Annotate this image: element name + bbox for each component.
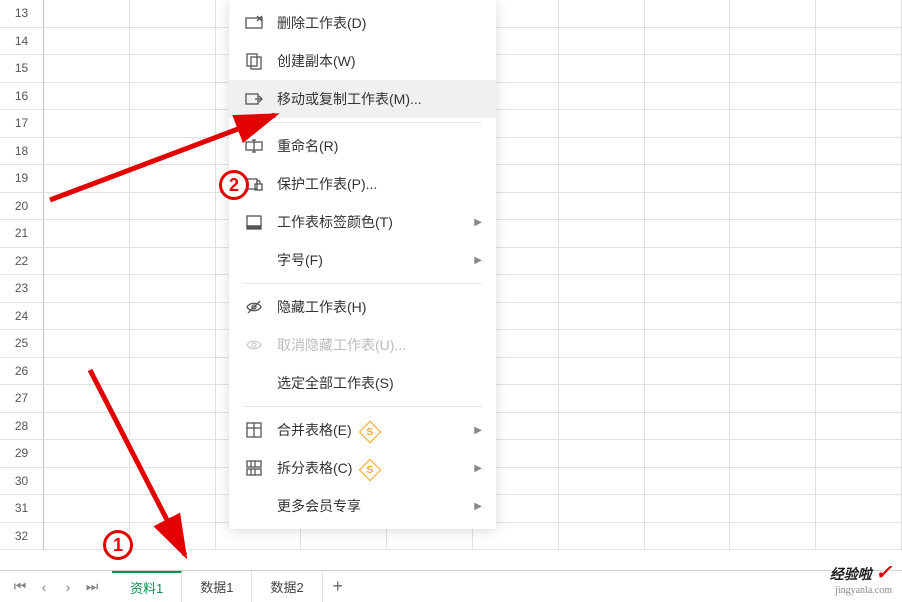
menu-label: 更多会员专享 <box>277 496 474 516</box>
menu-more-vip[interactable]: 更多会员专享 ▶ <box>229 487 496 525</box>
watermark: 经验啦 ✓ jingyanla.com <box>830 560 892 596</box>
menu-label: 合并表格(E) S <box>277 420 474 441</box>
menu-separator <box>243 283 482 284</box>
row-header[interactable]: 15 <box>0 55 44 83</box>
row-header[interactable]: 18 <box>0 138 44 166</box>
menu-move-copy-sheet[interactable]: 移动或复制工作表(M)... <box>229 80 496 118</box>
sheet-tab[interactable]: 数据2 <box>252 571 322 602</box>
nav-prev-icon[interactable]: ‹ <box>32 575 56 599</box>
menu-label: 移动或复制工作表(M)... <box>277 89 482 109</box>
row-header[interactable]: 21 <box>0 220 44 248</box>
annotation-marker-2: 2 <box>219 170 249 200</box>
tab-color-icon <box>243 211 265 233</box>
menu-rename[interactable]: 重命名(R) <box>229 127 496 165</box>
chevron-right-icon: ▶ <box>474 255 482 266</box>
spacer-icon <box>243 372 265 394</box>
spacer-icon <box>243 249 265 271</box>
merge-icon <box>243 419 265 441</box>
row-headers: 13 14 15 16 17 18 19 20 21 22 23 24 25 2… <box>0 0 44 570</box>
menu-split-tables[interactable]: 拆分表格(C) S ▶ <box>229 449 496 487</box>
sheet-tab[interactable]: 数据1 <box>182 571 252 602</box>
row-header[interactable]: 27 <box>0 385 44 413</box>
split-icon <box>243 457 265 479</box>
row-header[interactable]: 23 <box>0 275 44 303</box>
row-header[interactable]: 14 <box>0 28 44 56</box>
chevron-right-icon: ▶ <box>474 217 482 228</box>
row-header[interactable]: 17 <box>0 110 44 138</box>
vip-badge-icon: S <box>358 421 381 444</box>
row-header[interactable]: 31 <box>0 495 44 523</box>
nav-last-icon[interactable]: ⏭ <box>80 575 104 599</box>
menu-label: 选定全部工作表(S) <box>277 373 482 393</box>
rename-icon <box>243 135 265 157</box>
menu-separator <box>243 122 482 123</box>
menu-select-all-sheets[interactable]: 选定全部工作表(S) <box>229 364 496 402</box>
spacer-icon <box>243 495 265 517</box>
menu-label: 隐藏工作表(H) <box>277 297 482 317</box>
vip-badge-icon: S <box>359 459 382 482</box>
check-icon: ✓ <box>875 562 892 584</box>
row-header[interactable]: 13 <box>0 0 44 28</box>
menu-label: 取消隐藏工作表(U)... <box>277 335 482 355</box>
nav-next-icon[interactable]: › <box>56 575 80 599</box>
menu-merge-tables[interactable]: 合并表格(E) S ▶ <box>229 411 496 449</box>
annotation-marker-1: 1 <box>103 530 133 560</box>
menu-tab-color[interactable]: 工作表标签颜色(T) ▶ <box>229 203 496 241</box>
menu-label: 保护工作表(P)... <box>277 174 482 194</box>
menu-label: 删除工作表(D) <box>277 13 482 33</box>
row-header[interactable]: 24 <box>0 303 44 331</box>
sheet-tab-bar: ⏮ ‹ › ⏭ 资料1 数据1 数据2 + <box>0 570 902 602</box>
delete-sheet-icon <box>243 12 265 34</box>
sheet-context-menu: 删除工作表(D) 创建副本(W) 移动或复制工作表(M)... 重命名(R) 保… <box>229 0 496 529</box>
row-header[interactable]: 30 <box>0 468 44 496</box>
menu-delete-sheet[interactable]: 删除工作表(D) <box>229 4 496 42</box>
menu-protect-sheet[interactable]: 保护工作表(P)... <box>229 165 496 203</box>
row-header[interactable]: 29 <box>0 440 44 468</box>
sheet-tab-active[interactable]: 资料1 <box>112 571 182 602</box>
row-header[interactable]: 32 <box>0 523 44 551</box>
row-header[interactable]: 20 <box>0 193 44 221</box>
chevron-right-icon: ▶ <box>474 463 482 474</box>
move-sheet-icon <box>243 88 265 110</box>
chevron-right-icon: ▶ <box>474 501 482 512</box>
row-header[interactable]: 16 <box>0 83 44 111</box>
menu-create-copy[interactable]: 创建副本(W) <box>229 42 496 80</box>
row-header[interactable]: 25 <box>0 330 44 358</box>
row-header[interactable]: 19 <box>0 165 44 193</box>
menu-hide-sheet[interactable]: 隐藏工作表(H) <box>229 288 496 326</box>
nav-first-icon[interactable]: ⏮ <box>8 575 32 599</box>
hide-icon <box>243 296 265 318</box>
row-header[interactable]: 28 <box>0 413 44 441</box>
menu-label: 字号(F) <box>277 250 474 270</box>
row-header[interactable]: 22 <box>0 248 44 276</box>
menu-font-size[interactable]: 字号(F) ▶ <box>229 241 496 279</box>
chevron-right-icon: ▶ <box>474 425 482 436</box>
add-sheet-button[interactable]: + <box>323 571 353 602</box>
menu-label: 工作表标签颜色(T) <box>277 212 474 232</box>
copy-icon <box>243 50 265 72</box>
menu-label: 创建副本(W) <box>277 51 482 71</box>
menu-label: 拆分表格(C) S <box>277 458 474 479</box>
menu-separator <box>243 406 482 407</box>
menu-label: 重命名(R) <box>277 136 482 156</box>
row-header[interactable]: 26 <box>0 358 44 386</box>
menu-unhide-sheet: 取消隐藏工作表(U)... <box>229 326 496 364</box>
unhide-icon <box>243 334 265 356</box>
